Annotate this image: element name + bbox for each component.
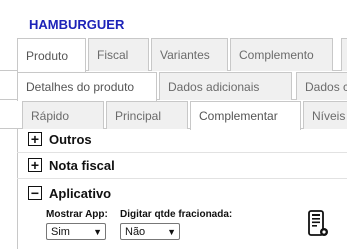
- tab-rapido[interactable]: Rápido: [22, 101, 104, 129]
- section-title: Outros: [49, 131, 92, 147]
- product-title: HAMBURGUER: [29, 17, 125, 32]
- digitar-qtde-select[interactable]: Não ▼: [120, 223, 180, 240]
- section-title: Aplicativo: [49, 185, 112, 201]
- tab-fiscal[interactable]: Fiscal: [88, 38, 149, 71]
- section-outros[interactable]: + Outros: [28, 129, 92, 149]
- section-nota-fiscal[interactable]: + Nota fiscal: [28, 155, 115, 175]
- chevron-down-icon: ▼: [167, 226, 176, 237]
- divider: [17, 152, 347, 153]
- divider: [17, 178, 347, 179]
- tab-overflow[interactable]: [341, 38, 347, 71]
- select-value: Sim: [51, 225, 70, 238]
- mostrar-app-select[interactable]: Sim ▼: [46, 223, 106, 240]
- tab-produto[interactable]: Produto: [17, 38, 86, 72]
- expand-icon[interactable]: +: [28, 132, 42, 146]
- tab-niveis[interactable]: Níveis: [303, 101, 347, 129]
- chevron-down-icon: ▼: [93, 226, 102, 237]
- tab-complementar[interactable]: Complementar: [190, 101, 301, 130]
- main-tab-bar: Produto Fiscal Variantes Complemento: [0, 38, 347, 72]
- section-title: Nota fiscal: [49, 157, 115, 173]
- tab-complemento[interactable]: Complemento: [230, 38, 333, 71]
- digitar-qtde-label: Digitar qtde fracionada:: [120, 209, 233, 220]
- expand-icon[interactable]: +: [28, 158, 42, 172]
- detail-tab-bar: Rápido Principal Complementar Níveis: [0, 101, 347, 130]
- mostrar-app-label: Mostrar App:: [46, 209, 108, 220]
- mobile-phone-icon: [308, 210, 328, 236]
- sub-tab-bar: Detalhes do produto Dados adicionais Dad…: [0, 72, 347, 101]
- tab-detalhes-do-produto[interactable]: Detalhes do produto: [17, 72, 157, 101]
- tab-variantes[interactable]: Variantes: [151, 38, 228, 71]
- tab-principal[interactable]: Principal: [106, 101, 188, 129]
- tab-dados-adicionais[interactable]: Dados adicionais: [159, 72, 292, 100]
- section-aplicativo[interactable]: − Aplicativo: [28, 183, 111, 203]
- collapse-icon[interactable]: −: [28, 186, 42, 200]
- tab-dados-overflow[interactable]: Dados c: [296, 72, 347, 100]
- select-value: Não: [125, 225, 146, 238]
